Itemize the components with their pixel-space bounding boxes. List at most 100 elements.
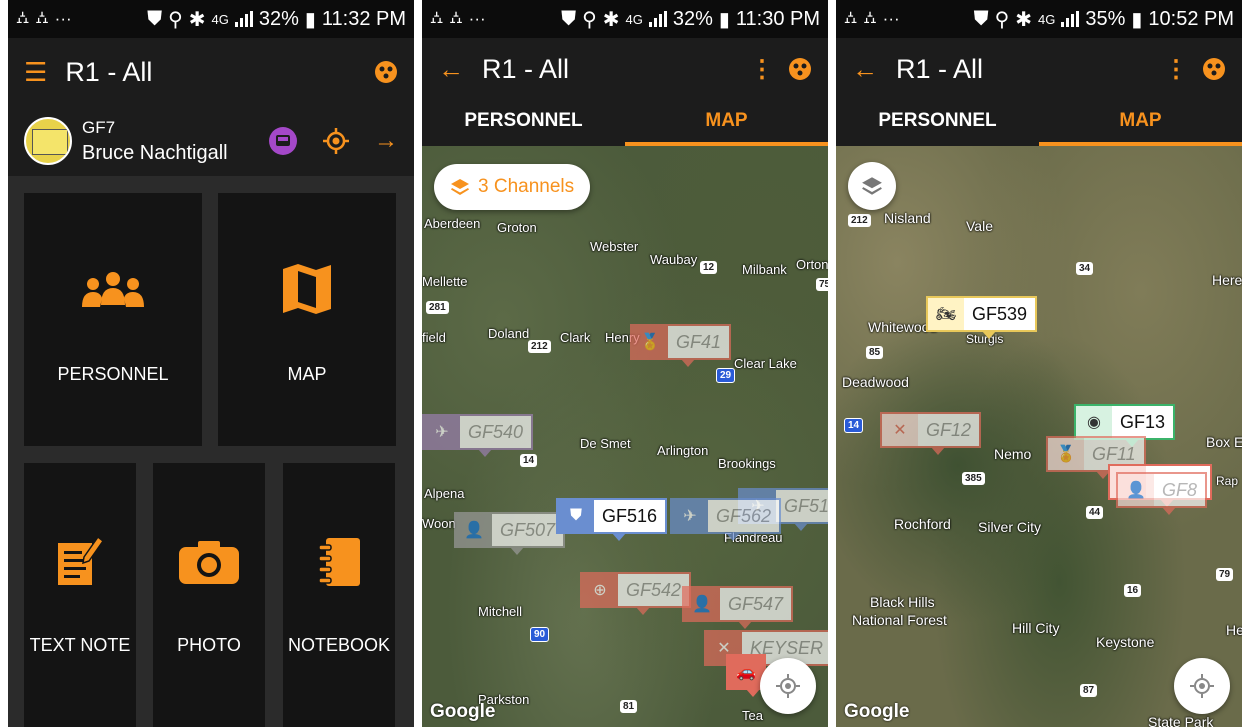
unit-marker[interactable]: 👤 GF507 [454, 512, 566, 555]
back-arrow-icon[interactable]: ← [438, 54, 464, 85]
my-location-icon [1190, 674, 1214, 698]
unit-marker[interactable]: ◉ GF13 [1074, 404, 1176, 447]
map-place-label: Orton [796, 257, 828, 272]
battery-icon: ▮ [304, 8, 316, 31]
bluetooth-icon: ✱ [1015, 8, 1032, 31]
tab-personnel[interactable]: PERSONNEL [422, 100, 625, 146]
location-icon: ⚲ [582, 8, 597, 31]
app-notification-icon: ⛼ [430, 8, 444, 27]
app-notification-icon: ⛼ [16, 8, 30, 27]
map-place-label: Groton [497, 220, 537, 235]
page-title: R1 - All [65, 56, 153, 87]
locate-user-icon[interactable] [322, 127, 350, 155]
map-place-label: Keystone [1096, 634, 1155, 650]
marker-label: GF542 [626, 579, 682, 600]
unit-marker[interactable]: 🏅 GF41 [630, 324, 732, 367]
map-place-label: Arlington [657, 443, 709, 458]
bluetooth-icon: ✱ [602, 8, 620, 31]
signal-icon [648, 11, 667, 27]
app-logo-icon[interactable] [1202, 57, 1226, 81]
app-notification-icon: ⛼ [844, 8, 858, 27]
photo-tile[interactable]: PHOTO [153, 463, 265, 727]
unit-marker[interactable]: ✈ GF540 [422, 414, 534, 457]
highway-shield: 44 [1086, 506, 1104, 519]
personnel-tile[interactable]: PERSONNEL [24, 193, 202, 446]
highway-shield: 212 [528, 340, 551, 353]
tab-bar: PERSONNEL MAP [836, 100, 1242, 146]
highway-shield: 81 [620, 700, 638, 713]
marker-label: GF540 [468, 421, 524, 442]
vehicle-status-icon[interactable] [268, 126, 298, 156]
unit-marker[interactable]: ✈ GF562 [670, 498, 782, 541]
highway-shield: 87 [1080, 684, 1098, 697]
avatar [24, 117, 72, 165]
status-bar: ⛼ ⛼ ··· ⛊ ⚲ ✱ 4G 32% ▮ 11:30 PM [422, 0, 828, 38]
folded-map-icon [283, 264, 331, 314]
page-title: R1 - All [896, 53, 984, 84]
highway-shield: 79 [1216, 568, 1234, 581]
aircraft-icon: ✈ [672, 500, 708, 532]
interstate-shield: 90 [530, 627, 550, 642]
map-view[interactable]: Aberdeen Groton Webster Waubay Milbank O… [422, 146, 828, 727]
highway-shield: 212 [848, 214, 871, 227]
phone-map-screen-2: ⛼ ⛼ ··· ⛊ ⚲ ✱ 4G 35% ▮ 10:52 PM ← R1 - A… [836, 0, 1242, 727]
layers-button[interactable] [848, 162, 896, 210]
map-place-label: field [422, 330, 446, 345]
unit-marker[interactable]: 🏍 GF539 [926, 296, 1038, 339]
channels-button[interactable]: 3 Channels [434, 164, 591, 210]
unit-marker[interactable]: 👤 GF8 [1116, 472, 1208, 515]
tab-map[interactable]: MAP [1039, 100, 1242, 146]
overflow-menu-icon[interactable]: ⋮ [1164, 55, 1188, 84]
map-place-label: Tea [742, 708, 763, 723]
my-location-button[interactable] [760, 658, 816, 714]
unit-marker[interactable]: 👤 GF547 [682, 586, 794, 629]
tab-map[interactable]: MAP [625, 100, 828, 146]
unit-marker[interactable]: ⊕ GF542 [580, 572, 692, 615]
highway-shield: 75 [816, 278, 828, 291]
my-location-button[interactable] [1174, 658, 1230, 714]
battery-icon: ▮ [1131, 8, 1143, 31]
map-place-label: Aberdeen [424, 216, 481, 231]
current-user-bar[interactable]: GF7 Bruce Nachtigall → [8, 106, 414, 176]
map-place-label: Brookings [718, 456, 776, 471]
tab-bar: PERSONNEL MAP [422, 100, 828, 146]
tab-personnel[interactable]: PERSONNEL [836, 100, 1039, 146]
map-place-label: Doland [488, 326, 530, 341]
hamburger-menu-icon[interactable]: ☰ [24, 57, 47, 88]
map-tile[interactable]: MAP [218, 193, 396, 446]
shield-icon: ⛊ [561, 7, 577, 30]
map-place-label: Clear Lake [734, 356, 797, 371]
status-bar: ⛼ ⛼ ··· ⛊ ⚲ ✱ 4G 35% ▮ 10:52 PM [836, 0, 1242, 38]
unit-marker[interactable]: ✕ KEYSER [704, 630, 828, 673]
unit-marker[interactable]: ✕ GF12 [880, 412, 982, 455]
map-place-label: Deadwood [842, 374, 909, 390]
map-place-label: He [1226, 622, 1242, 638]
aircraft-icon: ✈ [424, 416, 460, 448]
overflow-menu-icon[interactable]: ⋮ [750, 55, 774, 84]
map-place-label: Black Hills [870, 594, 935, 610]
clock: 11:32 PM [321, 7, 406, 30]
map-place-label: Webster [590, 239, 639, 254]
unit-marker[interactable]: ⛊ GF516 [556, 498, 668, 541]
text-note-tile[interactable]: TEXT NOTE [24, 463, 136, 727]
map-place-label: Waubay [650, 252, 698, 267]
tile-label: NOTEBOOK [287, 635, 390, 655]
marker-label: GF8 [1162, 479, 1198, 500]
map-view[interactable]: Nisland Vale Here Whitewood Sturgis Dead… [836, 146, 1242, 727]
marker-label: GF41 [676, 331, 722, 352]
location-icon: ⚲ [168, 8, 183, 31]
back-arrow-icon[interactable]: ← [852, 54, 878, 85]
notebook-tile[interactable]: NOTEBOOK [283, 463, 395, 727]
marker-label: GF516 [602, 505, 658, 526]
highway-shield: 14 [520, 454, 538, 467]
phone-map-screen-1: ⛼ ⛼ ··· ⛊ ⚲ ✱ 4G 32% ▮ 11:30 PM ← R1 - A… [422, 0, 828, 727]
marker-label: GF539 [972, 303, 1028, 324]
app-logo-icon[interactable] [788, 57, 812, 81]
app-notification-icon: ⛼ [35, 8, 49, 27]
signal-icon [1061, 11, 1080, 27]
app-logo-icon[interactable] [374, 60, 398, 84]
arrow-right-icon[interactable]: → [374, 127, 398, 155]
tile-label: TEXT NOTE [29, 635, 131, 655]
app-bar: ☰ R1 - All [8, 38, 414, 106]
motorcycle-icon: 🏍 [928, 298, 964, 330]
